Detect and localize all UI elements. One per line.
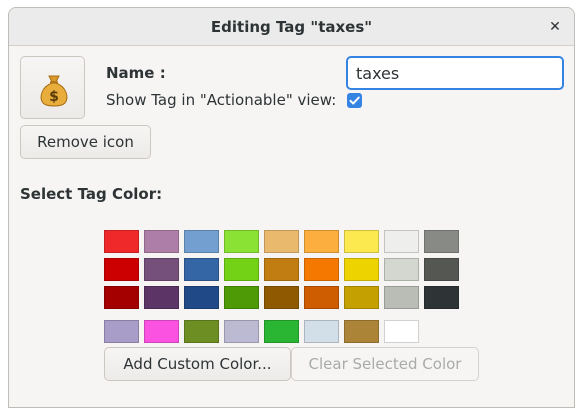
custom-color-swatch[interactable] <box>264 320 299 343</box>
color-swatch[interactable] <box>184 230 219 253</box>
color-swatch[interactable] <box>304 258 339 281</box>
money-bag-icon: $ <box>40 75 68 107</box>
select-color-label: Select Tag Color: <box>20 185 163 203</box>
color-swatch[interactable] <box>104 230 139 253</box>
close-icon[interactable]: ✕ <box>546 18 564 36</box>
color-swatch[interactable] <box>144 230 179 253</box>
color-swatch[interactable] <box>264 286 299 309</box>
color-swatch[interactable] <box>224 286 259 309</box>
custom-color-swatch[interactable] <box>384 320 419 343</box>
color-swatch[interactable] <box>384 258 419 281</box>
color-swatch[interactable] <box>104 286 139 309</box>
color-swatch[interactable] <box>184 258 219 281</box>
color-swatch[interactable] <box>144 286 179 309</box>
custom-color-swatch[interactable] <box>104 320 139 343</box>
color-swatch[interactable] <box>264 258 299 281</box>
color-swatch[interactable] <box>424 286 459 309</box>
color-swatch[interactable] <box>304 286 339 309</box>
custom-color-swatch[interactable] <box>224 320 259 343</box>
custom-color-swatch[interactable] <box>144 320 179 343</box>
tag-name-input[interactable] <box>346 56 564 90</box>
custom-color-swatch[interactable] <box>184 320 219 343</box>
color-swatch[interactable] <box>144 258 179 281</box>
color-swatch[interactable] <box>224 230 259 253</box>
dollar-sign: $ <box>49 89 59 105</box>
custom-color-swatch[interactable] <box>304 320 339 343</box>
color-swatch[interactable] <box>104 258 139 281</box>
color-swatch[interactable] <box>184 286 219 309</box>
color-swatch[interactable] <box>384 286 419 309</box>
actionable-label: Show Tag in "Actionable" view: <box>106 91 337 109</box>
name-label: Name : <box>106 64 166 82</box>
color-swatch[interactable] <box>384 230 419 253</box>
color-swatch[interactable] <box>424 230 459 253</box>
color-swatch[interactable] <box>224 258 259 281</box>
color-swatch[interactable] <box>344 286 379 309</box>
actionable-checkbox[interactable] <box>347 93 362 108</box>
tag-icon-button[interactable]: $ <box>20 56 85 119</box>
color-swatch[interactable] <box>304 230 339 253</box>
edit-tag-dialog: Editing Tag "taxes" ✕ $ Remove icon Name… <box>8 7 575 408</box>
clear-selected-color-button: Clear Selected Color <box>291 347 479 381</box>
checkmark-icon <box>349 96 360 105</box>
title-bar: Editing Tag "taxes" ✕ <box>9 8 574 46</box>
color-swatch[interactable] <box>424 258 459 281</box>
color-swatch[interactable] <box>264 230 299 253</box>
window-title: Editing Tag "taxes" <box>210 18 373 36</box>
add-custom-color-button[interactable]: Add Custom Color... <box>104 347 291 381</box>
remove-icon-button[interactable]: Remove icon <box>20 125 151 159</box>
color-swatch[interactable] <box>344 258 379 281</box>
color-swatch[interactable] <box>344 230 379 253</box>
custom-color-swatch[interactable] <box>344 320 379 343</box>
